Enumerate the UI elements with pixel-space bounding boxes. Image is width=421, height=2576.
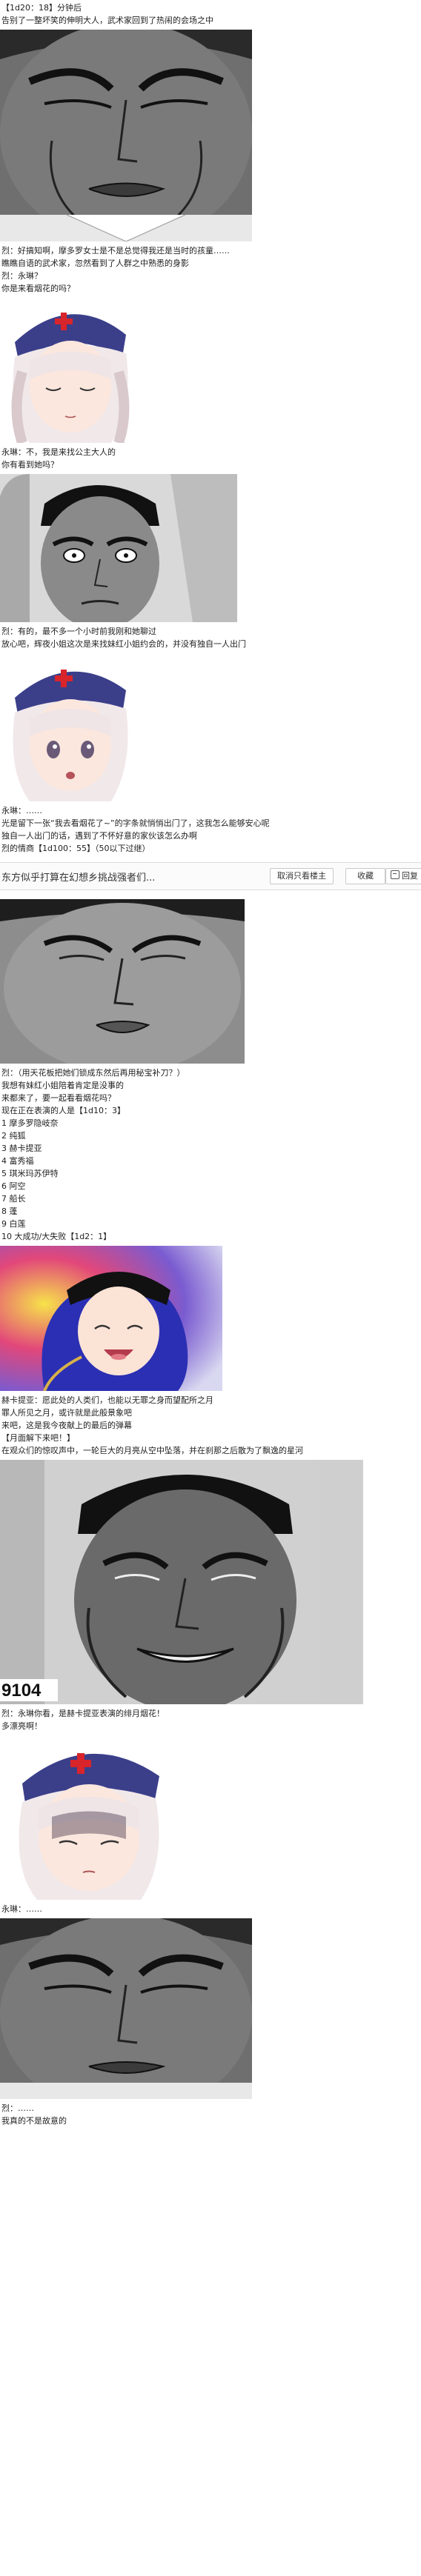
- post-line: 我想有妹红小姐陪着肯定是没事的: [1, 1081, 124, 1090]
- post-line: 独自一人出门的话，遇到了不怀好意的家伙该怎么办啊: [1, 831, 197, 841]
- post-line: 罪人所见之月，或许就是此般景象吧: [1, 1408, 132, 1418]
- post-line: 你有看到她吗？: [1, 460, 59, 470]
- post-line: 现在正在表演的人是【1d10：3】: [1, 1106, 125, 1115]
- thread-title[interactable]: 东方似乎打算在幻想乡挑战强者们...: [1, 870, 155, 884]
- manga-panel-man-smiling: 9104: [0, 1460, 371, 1704]
- post-line: 永琳：……: [1, 806, 42, 815]
- panel-number-label: 9104: [1, 1681, 42, 1701]
- post-line: 赫卡提亚：愿此处的人类们，也能以无罪之身而望配所之月: [1, 1395, 213, 1405]
- post-line: 8 蓬: [1, 1207, 18, 1216]
- manga-panel-face-closeup: [0, 30, 267, 241]
- post-line: 烈：（用天花板把她们锁成东然后再用秘宝补刀？）: [1, 1068, 185, 1078]
- post-line: 在观众们的惊叹声中，一轮巨大的月亮从空中坠落，并在刹那之后散为了飘逸的星河: [1, 1446, 303, 1455]
- post-line: 永琳：……: [1, 1904, 42, 1914]
- reply-label: 回复: [402, 871, 418, 881]
- only-op-toggle-button[interactable]: 取消只看楼主: [270, 868, 334, 884]
- reply-button[interactable]: 回复: [385, 868, 421, 884]
- post-line: 6 阿空: [1, 1181, 26, 1191]
- post-line: 烈：永琳你看，是赫卡提亚表演的绯月烟花！: [1, 1709, 165, 1718]
- post-line: 烈的情商【1d100：55】（50以下过继）: [1, 844, 150, 853]
- post-line: 烈：好搞知啊，摩多罗女士是不是总觉得我还是当时的孩童……: [1, 246, 230, 256]
- post-line: 5 琪米玛苏伊特: [1, 1169, 59, 1178]
- post-line: 烈：永琳？: [1, 271, 42, 281]
- post-line: 我真的不是故意的: [1, 2116, 67, 2126]
- post-line: 9 白莲: [1, 1219, 26, 1229]
- post-line: 1 摩多罗隐岐奈: [1, 1118, 59, 1128]
- manga-panel-nurse-eyes-closed: [0, 298, 141, 443]
- reply-icon: [391, 870, 400, 879]
- post-line: 10 大成功/大失败【1d2：1】: [1, 1232, 112, 1241]
- thread-page: 【1d20：18】分钟后 告别了一整坏笑的伸明大人，武术家回到了热闹的会场之中 …: [0, 1, 421, 2127]
- post-line: 瞧瞧自语的武术家，忽然看到了人群之中熟悉的身影: [1, 258, 189, 268]
- post-line: 告别了一整坏笑的伸明大人，武术家回到了热闹的会场之中: [1, 16, 213, 25]
- post-line: 烈：有的，最不多一个小时前我刚和她聊过: [1, 627, 156, 636]
- manga-panel-man-frontal: [0, 899, 252, 1064]
- manga-panel-man-surprised: [0, 474, 264, 622]
- post-line: 烈：……: [1, 2103, 34, 2113]
- post-line: 来吧，这是我今夜献上的最后的弹幕: [1, 1421, 132, 1430]
- collect-button[interactable]: 收藏: [345, 868, 385, 884]
- manga-panel-nurse-surprised: [0, 653, 141, 801]
- post-line: 【月面解下来吧！】: [1, 1433, 75, 1443]
- post-line: 来都来了，要一起看看烟花吗？: [1, 1093, 116, 1103]
- post-line: 2 纯狐: [1, 1131, 26, 1141]
- post-line: 光是留下一张“我去看烟花了~”的字条就悄悄出门了，这我怎么能够安心呢: [1, 818, 270, 828]
- post-line: 永琳：不，我是来找公主大人的: [1, 447, 116, 457]
- manga-panel-face-closeup-2: [0, 1918, 267, 2099]
- thread-toolbar: 东方似乎打算在幻想乡挑战强者们... 取消只看楼主 收藏 回复: [0, 862, 421, 890]
- post-line: 7 船长: [1, 1194, 26, 1204]
- post-line: 放心吧，辉夜小姐这次是来找妹红小姐约会的，并没有独自一人出门: [1, 639, 246, 649]
- post-line: 4 富秀福: [1, 1156, 34, 1166]
- manga-panel-hecatia: [0, 1246, 230, 1391]
- post-line: 3 赫卡提亚: [1, 1144, 42, 1153]
- manga-panel-nurse-annoyed: [0, 1735, 178, 1900]
- post-line: 你是来看烟花的吗？: [1, 284, 75, 293]
- post-line: 【1d20：18】分钟后: [1, 3, 82, 13]
- post-line: 多漂亮啊！: [1, 1721, 42, 1731]
